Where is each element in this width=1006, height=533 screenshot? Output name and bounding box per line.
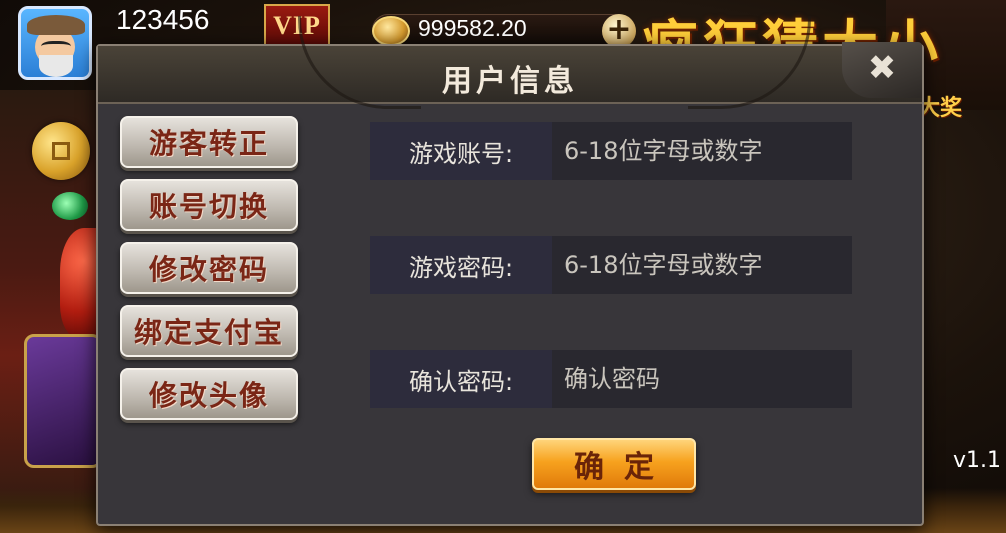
password-input[interactable] (552, 236, 852, 294)
password-label: 游戏密码: (370, 236, 552, 294)
promo-card[interactable] (24, 334, 102, 468)
jade-ornament-icon (52, 192, 88, 220)
switch-account-button[interactable]: 账号切换 (120, 179, 298, 231)
user-info-dialog: 用户信息 ✖ 游客转正 账号切换 修改密码 绑定支付宝 修改头像 游戏账号: 游… (96, 16, 924, 526)
change-avatar-button[interactable]: 修改头像 (120, 368, 298, 420)
plus-icon[interactable]: + (602, 14, 636, 48)
dialog-title: 用户信息 (442, 64, 578, 99)
avatar-beard (39, 55, 73, 77)
confirm-password-field-row: 确认密码: (370, 350, 852, 408)
change-password-button[interactable]: 修改密码 (120, 242, 298, 294)
account-label: 游戏账号: (370, 122, 552, 180)
close-icon[interactable]: ✖ (842, 42, 922, 98)
confirm-password-input[interactable] (552, 350, 852, 408)
avatar-glasses (41, 41, 71, 54)
account-input[interactable] (552, 122, 852, 180)
account-field-row: 游戏账号: (370, 122, 852, 180)
player-id: 123456 (116, 4, 210, 35)
guest-upgrade-button[interactable]: 游客转正 (120, 116, 298, 168)
password-field-row: 游戏密码: (370, 236, 852, 294)
bind-alipay-button[interactable]: 绑定支付宝 (120, 305, 298, 357)
avatar-icon[interactable] (18, 6, 92, 80)
confirm-button[interactable]: 确定 (532, 438, 696, 490)
game-banner-subtitle: 大奖 (918, 96, 963, 121)
version-label: v1.1 (953, 448, 1002, 473)
gold-coin-icon (32, 122, 90, 180)
avatar-hat (27, 15, 85, 35)
confirm-password-label: 确认密码: (370, 350, 552, 408)
coin-balance: 999582.20 (418, 15, 527, 41)
dialog-header: 用户信息 (98, 16, 922, 109)
